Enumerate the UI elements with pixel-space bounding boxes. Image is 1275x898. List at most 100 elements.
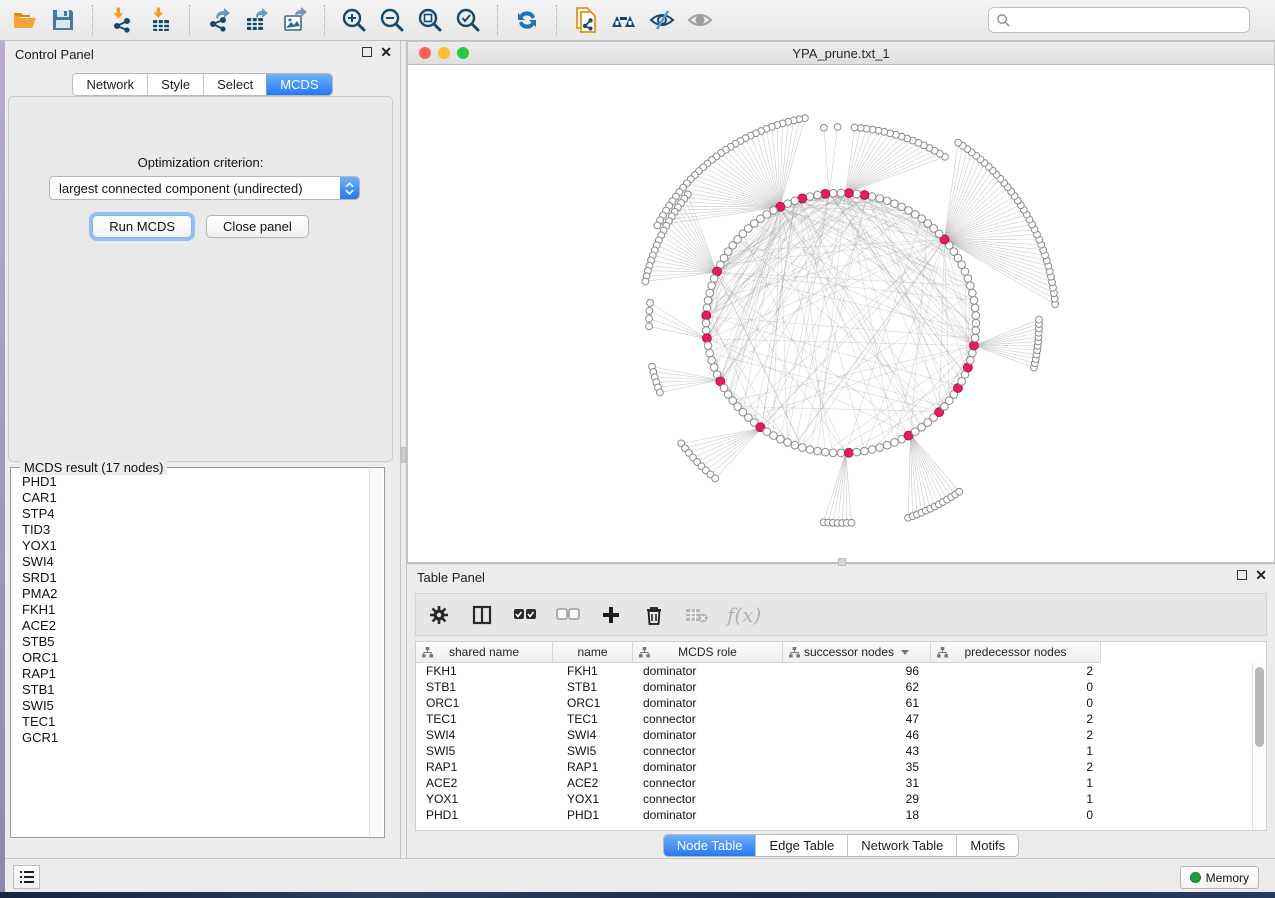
horizontal-splitter-grip[interactable] [838,558,846,566]
tab-style[interactable]: Style [147,74,203,95]
mcds-result-item[interactable]: PMA2 [22,586,370,602]
column-header-name[interactable]: name [553,642,633,662]
table-settings-button[interactable] [426,602,452,628]
table-row[interactable]: PHD1 PHD1 dominator 18 0 [416,807,1252,823]
zoom-out-button[interactable] [373,3,411,37]
hide-selected-icon [649,7,675,33]
column-header-predecessor-nodes[interactable]: predecessor nodes [931,642,1101,662]
vertical-splitter[interactable] [400,41,407,858]
mcds-result-item[interactable]: STB5 [22,634,370,650]
add-row-button[interactable] [598,602,624,628]
network-canvas[interactable] [408,65,1274,562]
close-panel-icon[interactable]: ✕ [380,47,392,57]
search-input[interactable] [1011,10,1249,30]
close-table-panel-icon[interactable]: ✕ [1255,570,1267,580]
mcds-result-item[interactable]: ACE2 [22,618,370,634]
scrollbar-thumb[interactable] [1255,667,1264,747]
mcds-result-item[interactable]: GCR1 [22,730,370,746]
control-panel-title: Control Panel [15,47,94,62]
mcds-result-item[interactable]: TEC1 [22,714,370,730]
mcds-result-item[interactable]: ORC1 [22,650,370,666]
table-row[interactable]: ORC1 ORC1 dominator 61 0 [416,695,1252,711]
table-scrollbar[interactable] [1252,663,1266,830]
table-row[interactable]: RAP1 RAP1 dominator 35 2 [416,759,1252,775]
network-graph[interactable] [408,65,1274,562]
save-button[interactable] [44,3,82,37]
tab-node-table[interactable]: Node Table [664,835,756,856]
import-network-button[interactable] [103,3,141,37]
zoom-in-button[interactable] [335,3,373,37]
cell-predecessor-nodes: 2 [931,727,1101,743]
deselect-all-button[interactable] [555,602,581,628]
open-button[interactable] [6,3,44,37]
mcds-list-scrollbar[interactable] [369,469,383,836]
table-row[interactable]: TEC1 TEC1 connector 47 2 [416,711,1252,727]
toggle-columns-button[interactable] [469,602,495,628]
cell-shared-name: YOX1 [416,791,553,807]
tab-select[interactable]: Select [203,74,266,95]
mcds-result-item[interactable]: PHD1 [22,474,370,490]
memory-button[interactable]: Memory [1180,866,1259,889]
mcds-result-item[interactable]: SRD1 [22,570,370,586]
desktop-wallpaper-bottom [0,892,1275,898]
float-table-panel-icon[interactable] [1237,570,1247,580]
zoom-fit-button[interactable] [411,3,449,37]
delete-table-button[interactable] [684,602,710,628]
table-row[interactable]: ACE2 ACE2 connector 31 1 [416,775,1252,791]
mcds-result-item[interactable]: FKH1 [22,602,370,618]
table-panel-title: Table Panel [417,570,485,585]
criterion-select[interactable]: largest connected component (undirected) [49,176,360,200]
apply-layout-button[interactable] [508,3,546,37]
splitter-grip[interactable] [401,447,406,463]
export-image-button[interactable] [276,3,314,37]
table-row[interactable]: STB1 STB1 dominator 62 0 [416,679,1252,695]
mcds-result-item[interactable]: SWI5 [22,698,370,714]
mcds-result-item[interactable]: SWI4 [22,554,370,570]
table-row[interactable]: FKH1 FKH1 dominator 96 2 [416,663,1252,679]
first-neighbors-button[interactable] [605,3,643,37]
float-panel-icon[interactable] [362,47,372,57]
network-titlebar[interactable]: YPA_prune.txt_1 [408,42,1274,65]
show-all-button[interactable] [681,3,719,37]
tab-motifs[interactable]: Motifs [956,835,1018,856]
delete-row-button[interactable] [641,602,667,628]
minimize-window-icon[interactable] [438,47,450,59]
close-window-icon[interactable] [419,47,431,59]
tab-network[interactable]: Network [73,74,147,95]
column-header-mcds-role[interactable]: MCDS role [633,642,783,662]
toolbar-separator [189,5,190,35]
tab-network-table[interactable]: Network Table [847,835,956,856]
export-table-button[interactable] [238,3,276,37]
mcds-result-item[interactable]: YOX1 [22,538,370,554]
cell-shared-name: SWI5 [416,743,553,759]
mcds-result-item[interactable]: CAR1 [22,490,370,506]
tab-edge-table[interactable]: Edge Table [755,835,847,856]
table-row[interactable]: YOX1 YOX1 connector 29 1 [416,791,1252,807]
mcds-result-item[interactable]: STB1 [22,682,370,698]
zoom-selected-button[interactable] [449,3,487,37]
cell-name: SWI5 [553,743,633,759]
mcds-result-list[interactable]: PHD1CAR1STP4TID3YOX1SWI4SRD1PMA2FKH1ACE2… [12,474,370,835]
hide-selected-button[interactable] [643,3,681,37]
toolbar-separator [556,5,557,35]
function-builder-button[interactable]: f(x) [727,603,761,627]
clone-network-button[interactable] [567,3,605,37]
tab-mcds[interactable]: MCDS [266,74,331,95]
cell-mcds-role: dominator [633,727,783,743]
export-network-button[interactable] [200,3,238,37]
column-header-shared-name[interactable]: shared name [416,642,553,662]
column-header-successor-nodes[interactable]: successor nodes [783,642,931,662]
close-panel-button[interactable]: Close panel [206,215,309,238]
search-field[interactable] [988,7,1250,33]
zoom-window-icon[interactable] [457,47,469,59]
table-row[interactable]: SWI5 SWI5 connector 43 1 [416,743,1252,759]
mcds-result-item[interactable]: RAP1 [22,666,370,682]
select-all-button[interactable] [512,602,538,628]
mcds-result-item[interactable]: TID3 [22,522,370,538]
table-body[interactable]: FKH1 FKH1 dominator 96 2 STB1 STB1 domin… [416,663,1252,830]
run-mcds-button[interactable]: Run MCDS [92,215,192,238]
import-table-button[interactable] [141,3,179,37]
task-history-button[interactable] [13,865,40,889]
table-row[interactable]: SWI4 SWI4 dominator 46 2 [416,727,1252,743]
mcds-result-item[interactable]: STP4 [22,506,370,522]
